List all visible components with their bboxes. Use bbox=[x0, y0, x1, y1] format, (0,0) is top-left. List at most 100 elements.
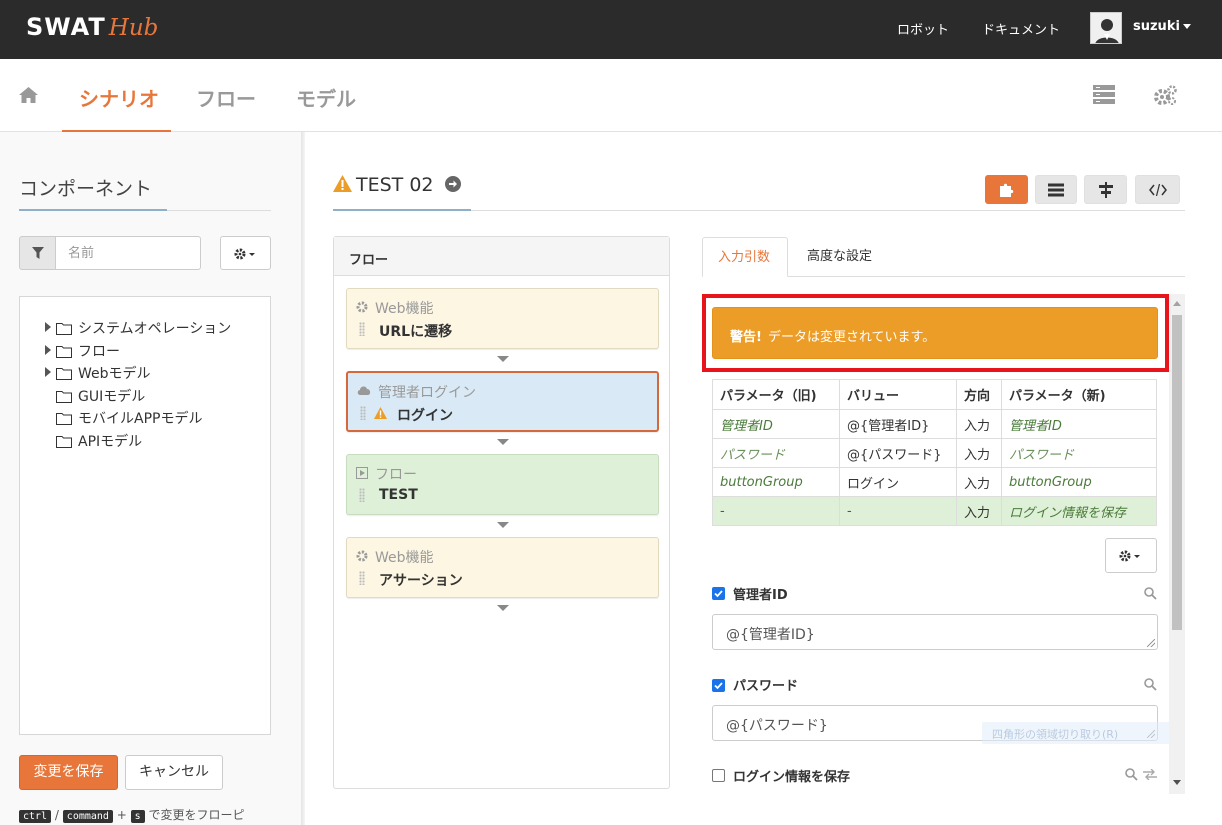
logo-sub: Hub bbox=[108, 15, 159, 41]
robot-link[interactable]: ロボット bbox=[897, 19, 949, 38]
tree-item-web-model[interactable]: Webモデル bbox=[45, 363, 151, 383]
save-login-label: ログイン情報を保存 bbox=[733, 770, 851, 785]
admin-id-value: @{管理者ID} bbox=[726, 627, 815, 643]
scroll-up-icon[interactable] bbox=[1173, 301, 1181, 306]
component-settings-button[interactable] bbox=[220, 236, 271, 270]
drag-handle[interactable] bbox=[359, 488, 365, 502]
drag-handle[interactable] bbox=[359, 322, 365, 336]
document-link[interactable]: ドキュメント bbox=[982, 19, 1060, 38]
flow-panel-header: フロー bbox=[334, 237, 669, 276]
chevron-right-icon[interactable] bbox=[45, 345, 51, 355]
shortcut-text: で変更をフローピ bbox=[148, 808, 245, 822]
tab-model[interactable]: モデル bbox=[296, 83, 356, 112]
cancel-button[interactable]: キャンセル bbox=[125, 755, 223, 790]
logo[interactable]: SWAT Hub bbox=[26, 13, 158, 41]
cell-old: - bbox=[712, 496, 840, 526]
list-view-button[interactable] bbox=[1035, 175, 1077, 204]
drag-handle[interactable] bbox=[360, 406, 366, 420]
col-value: バリュー bbox=[839, 379, 957, 410]
tab-flow[interactable]: フロー bbox=[196, 83, 256, 112]
col-old-param: パラメータ（旧) bbox=[712, 379, 840, 410]
tree-item-label: フロー bbox=[78, 344, 120, 360]
search-icon[interactable] bbox=[1144, 678, 1157, 695]
node-name: URLに遷移 bbox=[379, 324, 453, 340]
user-menu[interactable]: suzuki bbox=[1133, 19, 1191, 34]
cell-value: @{管理者ID} bbox=[839, 409, 957, 439]
puzzle-icon bbox=[999, 183, 1013, 197]
node-name: アサーション bbox=[379, 573, 463, 589]
table-row-new: - - 入力 ログイン情報を保存 bbox=[712, 496, 1157, 526]
vertical-scrollbar[interactable] bbox=[1169, 294, 1185, 794]
scrollbar-thumb[interactable] bbox=[1172, 315, 1182, 630]
cell-new: buttonGroup bbox=[1001, 467, 1157, 497]
gear-icon bbox=[234, 248, 246, 260]
tree-item-flow[interactable]: フロー bbox=[45, 341, 120, 361]
cell-new: 管理者ID bbox=[1001, 409, 1157, 439]
folder-icon bbox=[56, 323, 72, 335]
chevron-right-icon[interactable] bbox=[45, 322, 51, 332]
node-type: Web機能 bbox=[375, 301, 434, 317]
gears-icon[interactable] bbox=[1154, 85, 1177, 110]
flow-panel-title: フロー bbox=[349, 253, 389, 268]
node-type: Web機能 bbox=[375, 550, 434, 566]
tree-item-system-operation[interactable]: システムオペレーション bbox=[45, 318, 231, 338]
align-view-button[interactable] bbox=[1084, 175, 1127, 204]
cell-old: buttonGroup bbox=[712, 467, 840, 497]
cell-old: パスワード bbox=[712, 438, 840, 468]
arrow-circle-right-icon[interactable] bbox=[444, 176, 461, 192]
shortcut-plus: + bbox=[116, 808, 127, 822]
tab-advanced-settings[interactable]: 高度な設定 bbox=[792, 237, 887, 277]
node-name: TEST bbox=[379, 487, 418, 503]
tree-item-label: Webモデル bbox=[78, 366, 151, 382]
table-header-row: パラメータ（旧) バリュー 方向 パラメータ（新) bbox=[712, 379, 1157, 410]
admin-id-checkbox[interactable] bbox=[712, 587, 725, 600]
gear-icon bbox=[356, 301, 368, 313]
password-value: @{パスワード} bbox=[726, 718, 828, 734]
flow-node-login[interactable]: 管理者ログイン ログイン bbox=[346, 371, 659, 432]
swap-icon[interactable] bbox=[1143, 768, 1157, 784]
folder-icon bbox=[56, 413, 72, 425]
server-icon[interactable] bbox=[1093, 85, 1115, 109]
save-login-checkbox[interactable] bbox=[712, 769, 725, 782]
tree-item-label: APIモデル bbox=[78, 434, 143, 450]
filter-button[interactable] bbox=[19, 236, 56, 270]
tab-input-args[interactable]: 入力引数 bbox=[702, 237, 788, 277]
search-icon[interactable] bbox=[1125, 768, 1138, 785]
avatar[interactable] bbox=[1090, 12, 1122, 44]
list-icon bbox=[1048, 183, 1064, 196]
code-icon bbox=[1148, 183, 1167, 196]
flow-panel: フロー Web機能 URLに遷移 管理者ログイン ログイン フロー TEST W… bbox=[333, 236, 670, 789]
gear-icon bbox=[1119, 550, 1131, 562]
component-view-button[interactable] bbox=[985, 175, 1028, 204]
tree-item-mobile-app-model[interactable]: モバイルAPPモデル bbox=[45, 408, 202, 428]
component-tree: システムオペレーション フロー Webモデル GUIモデル モバイルAPPモデル… bbox=[19, 296, 271, 735]
home-icon[interactable] bbox=[19, 87, 38, 107]
search-icon[interactable] bbox=[1144, 587, 1157, 604]
kbd-command: command bbox=[62, 810, 113, 823]
tree-item-gui-model[interactable]: GUIモデル bbox=[45, 386, 145, 406]
flow-node-test[interactable]: フロー TEST bbox=[346, 454, 659, 515]
table-row: buttonGroup ログイン 入力 buttonGroup bbox=[712, 467, 1157, 497]
chevron-right-icon[interactable] bbox=[45, 367, 51, 377]
component-search-input[interactable] bbox=[56, 236, 201, 270]
flow-node-assertion[interactable]: Web機能 アサーション bbox=[346, 537, 659, 598]
flow-node-url[interactable]: Web機能 URLに遷移 bbox=[346, 288, 659, 349]
tree-item-api-model[interactable]: APIモデル bbox=[45, 431, 142, 451]
save-button[interactable]: 変更を保存 bbox=[19, 755, 118, 790]
shortcut-hint: ctrl / command + s で変更をフローピ bbox=[19, 806, 245, 823]
table-row: パスワード @{パスワード} 入力 パスワード bbox=[712, 438, 1157, 468]
code-view-button[interactable] bbox=[1135, 175, 1180, 204]
param-settings-button[interactable] bbox=[1105, 538, 1157, 573]
col-new-param: パラメータ（新) bbox=[1001, 379, 1157, 410]
flow-arrow-down-icon bbox=[497, 522, 509, 528]
play-square-icon bbox=[356, 467, 368, 479]
password-checkbox[interactable] bbox=[712, 679, 725, 692]
admin-id-field[interactable]: @{管理者ID} bbox=[712, 614, 1158, 650]
tab-scenario[interactable]: シナリオ bbox=[79, 83, 159, 112]
drag-handle[interactable] bbox=[359, 571, 365, 585]
scroll-down-icon[interactable] bbox=[1173, 780, 1181, 785]
folder-icon bbox=[56, 346, 72, 358]
resize-handle[interactable] bbox=[1147, 639, 1155, 647]
check-icon bbox=[714, 682, 723, 690]
filter-icon bbox=[32, 247, 44, 259]
